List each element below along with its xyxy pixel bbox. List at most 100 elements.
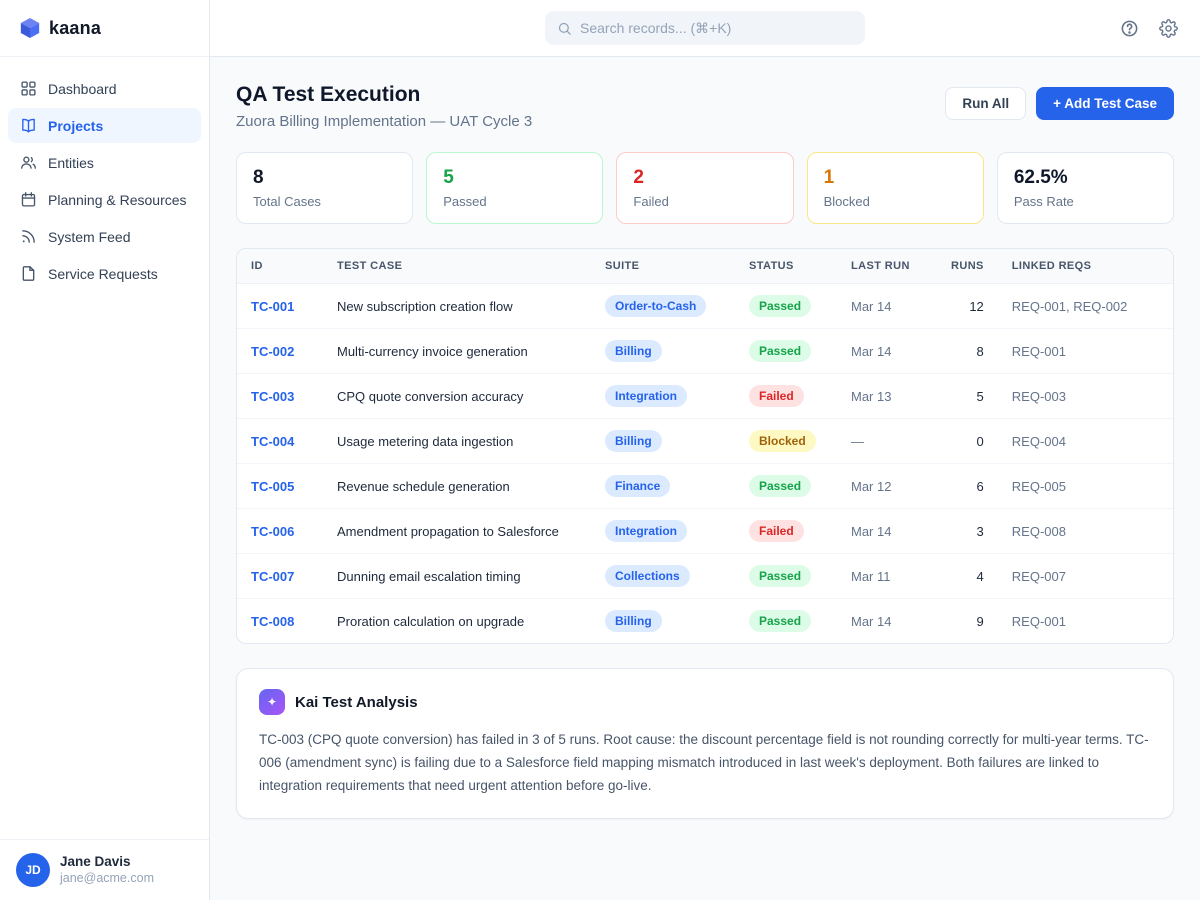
column-header-id: ID bbox=[237, 249, 323, 284]
brand-logo-row: kaana bbox=[0, 0, 209, 57]
search-input[interactable]: Search records... (⌘+K) bbox=[545, 11, 865, 45]
test-case-name: Revenue schedule generation bbox=[323, 464, 591, 509]
stat-label: Blocked bbox=[824, 194, 967, 209]
search-placeholder: Search records... (⌘+K) bbox=[580, 20, 731, 37]
runs-count: 3 bbox=[937, 509, 998, 554]
linked-reqs: REQ-003 bbox=[998, 374, 1173, 419]
table-row: TC-004Usage metering data ingestionBilli… bbox=[237, 419, 1173, 464]
runs-count: 0 bbox=[937, 419, 998, 464]
sidebar-item-system-feed[interactable]: System Feed bbox=[8, 219, 201, 254]
runs-count: 4 bbox=[937, 554, 998, 599]
sidebar-item-label: Service Requests bbox=[48, 266, 158, 282]
table-header: IDTEST CASESUITESTATUSLAST RUNRUNSLINKED… bbox=[237, 249, 1173, 284]
last-run-date: Mar 11 bbox=[837, 554, 937, 599]
test-case-id-link[interactable]: TC-007 bbox=[237, 554, 323, 599]
test-case-name: Multi-currency invoice generation bbox=[323, 329, 591, 374]
column-header-runs: RUNS bbox=[937, 249, 998, 284]
sidebar-item-dashboard[interactable]: Dashboard bbox=[8, 71, 201, 106]
sidebar-item-planning-resources[interactable]: Planning & Resources bbox=[8, 182, 201, 217]
stat-card-passed: 5Passed bbox=[426, 152, 603, 224]
status-badge: Passed bbox=[749, 565, 811, 587]
sidebar-item-label: System Feed bbox=[48, 229, 130, 245]
status-badge: Passed bbox=[749, 610, 811, 632]
status-badge: Passed bbox=[749, 340, 811, 362]
last-run-date: Mar 14 bbox=[837, 329, 937, 374]
cube-logo-icon bbox=[20, 17, 40, 39]
linked-reqs: REQ-004 bbox=[998, 419, 1173, 464]
page-title: QA Test Execution bbox=[236, 83, 532, 107]
search-icon bbox=[557, 21, 572, 36]
stat-card-pass-rate: 62.5%Pass Rate bbox=[997, 152, 1174, 224]
sidebar-item-label: Projects bbox=[48, 118, 103, 134]
last-run-date: Mar 14 bbox=[837, 599, 937, 644]
sidebar-item-projects[interactable]: Projects bbox=[8, 108, 201, 143]
test-case-name: CPQ quote conversion accuracy bbox=[323, 374, 591, 419]
table-row: TC-008Proration calculation on upgradeBi… bbox=[237, 599, 1173, 644]
user-email: jane@acme.com bbox=[60, 871, 154, 887]
stat-value: 8 bbox=[253, 167, 396, 189]
rss-icon bbox=[20, 228, 37, 245]
sidebar-item-entities[interactable]: Entities bbox=[8, 145, 201, 180]
table-row: TC-003CPQ quote conversion accuracy Integ… bbox=[237, 374, 1173, 419]
runs-count: 5 bbox=[937, 374, 998, 419]
status-badge: Passed bbox=[749, 295, 811, 317]
user-name: Jane Davis bbox=[60, 854, 154, 871]
page-subtitle: Zuora Billing Implementation — UAT Cycle… bbox=[236, 113, 532, 130]
last-run-date: Mar 12 bbox=[837, 464, 937, 509]
test-case-table-card: IDTEST CASESUITESTATUSLAST RUNRUNSLINKED… bbox=[236, 248, 1174, 644]
main-area: Search records... (⌘+K) QA Test Executio… bbox=[210, 0, 1200, 900]
sidebar-item-label: Dashboard bbox=[48, 81, 117, 97]
page-content: QA Test Execution Zuora Billing Implemen… bbox=[210, 57, 1200, 900]
test-case-id-link[interactable]: TC-002 bbox=[237, 329, 323, 374]
test-case-name: Dunning email escalation timing bbox=[323, 554, 591, 599]
test-case-name: Proration calculation on upgrade bbox=[323, 599, 591, 644]
column-header-suite: SUITE bbox=[591, 249, 735, 284]
runs-count: 9 bbox=[937, 599, 998, 644]
suite-badge: Billing bbox=[605, 340, 662, 362]
runs-count: 6 bbox=[937, 464, 998, 509]
status-badge: Passed bbox=[749, 475, 811, 497]
last-run-date: Mar 13 bbox=[837, 374, 937, 419]
grid-icon bbox=[20, 80, 37, 97]
test-case-name: New subscription creation flow bbox=[323, 284, 591, 329]
test-case-id-link[interactable]: TC-008 bbox=[237, 599, 323, 644]
stat-card-blocked: 1 Blocked bbox=[807, 152, 984, 224]
test-case-id-link[interactable]: TC-005 bbox=[237, 464, 323, 509]
settings-icon[interactable] bbox=[1159, 19, 1178, 38]
status-badge: Blocked bbox=[749, 430, 816, 452]
test-case-name: Amendment propagation to Salesforce bbox=[323, 509, 591, 554]
suite-badge: Order-to-Cash bbox=[605, 295, 706, 317]
topbar: Search records... (⌘+K) bbox=[210, 0, 1200, 57]
column-header-status: STATUS bbox=[735, 249, 837, 284]
test-case-id-link[interactable]: TC-004 bbox=[237, 419, 323, 464]
linked-reqs: REQ-008 bbox=[998, 509, 1173, 554]
sidebar: kaana Dashboard Projects Entities Planning … bbox=[0, 0, 210, 900]
column-header-last-run: LAST RUN bbox=[837, 249, 937, 284]
help-icon[interactable] bbox=[1120, 19, 1139, 38]
test-case-id-link[interactable]: TC-001 bbox=[237, 284, 323, 329]
table-row: TC-002Multi-currency invoice generation B… bbox=[237, 329, 1173, 374]
avatar: JD bbox=[16, 853, 50, 887]
column-header-linked-reqs: LINKED REQS bbox=[998, 249, 1173, 284]
stat-value: 1 bbox=[824, 167, 967, 189]
stat-value: 5 bbox=[443, 167, 586, 189]
add-test-case-button[interactable]: + Add Test Case bbox=[1036, 87, 1174, 120]
linked-reqs: REQ-001, REQ-002 bbox=[998, 284, 1173, 329]
user-profile[interactable]: JD Jane Davis jane@acme.com bbox=[0, 839, 209, 900]
suite-badge: Collections bbox=[605, 565, 690, 587]
test-case-id-link[interactable]: TC-003 bbox=[237, 374, 323, 419]
run-all-button[interactable]: Run All bbox=[945, 87, 1026, 120]
stats-row: 8Total Cases5Passed2Failed1Blocked62.5%P… bbox=[236, 152, 1174, 224]
test-case-id-link[interactable]: TC-006 bbox=[237, 509, 323, 554]
brand-name: kaana bbox=[49, 18, 101, 39]
stat-label: Total Cases bbox=[253, 194, 396, 209]
last-run-date: Mar 14 bbox=[837, 284, 937, 329]
column-header-test-case: TEST CASE bbox=[323, 249, 591, 284]
sidebar-item-label: Entities bbox=[48, 155, 94, 171]
file-icon bbox=[20, 265, 37, 282]
sidebar-item-service-requests[interactable]: Service Requests bbox=[8, 256, 201, 291]
status-badge: Failed bbox=[749, 385, 804, 407]
table-row: TC-001New subscription creation flow Orde… bbox=[237, 284, 1173, 329]
suite-badge: Integration bbox=[605, 385, 687, 407]
table-row: TC-005Revenue schedule generationFinance… bbox=[237, 464, 1173, 509]
